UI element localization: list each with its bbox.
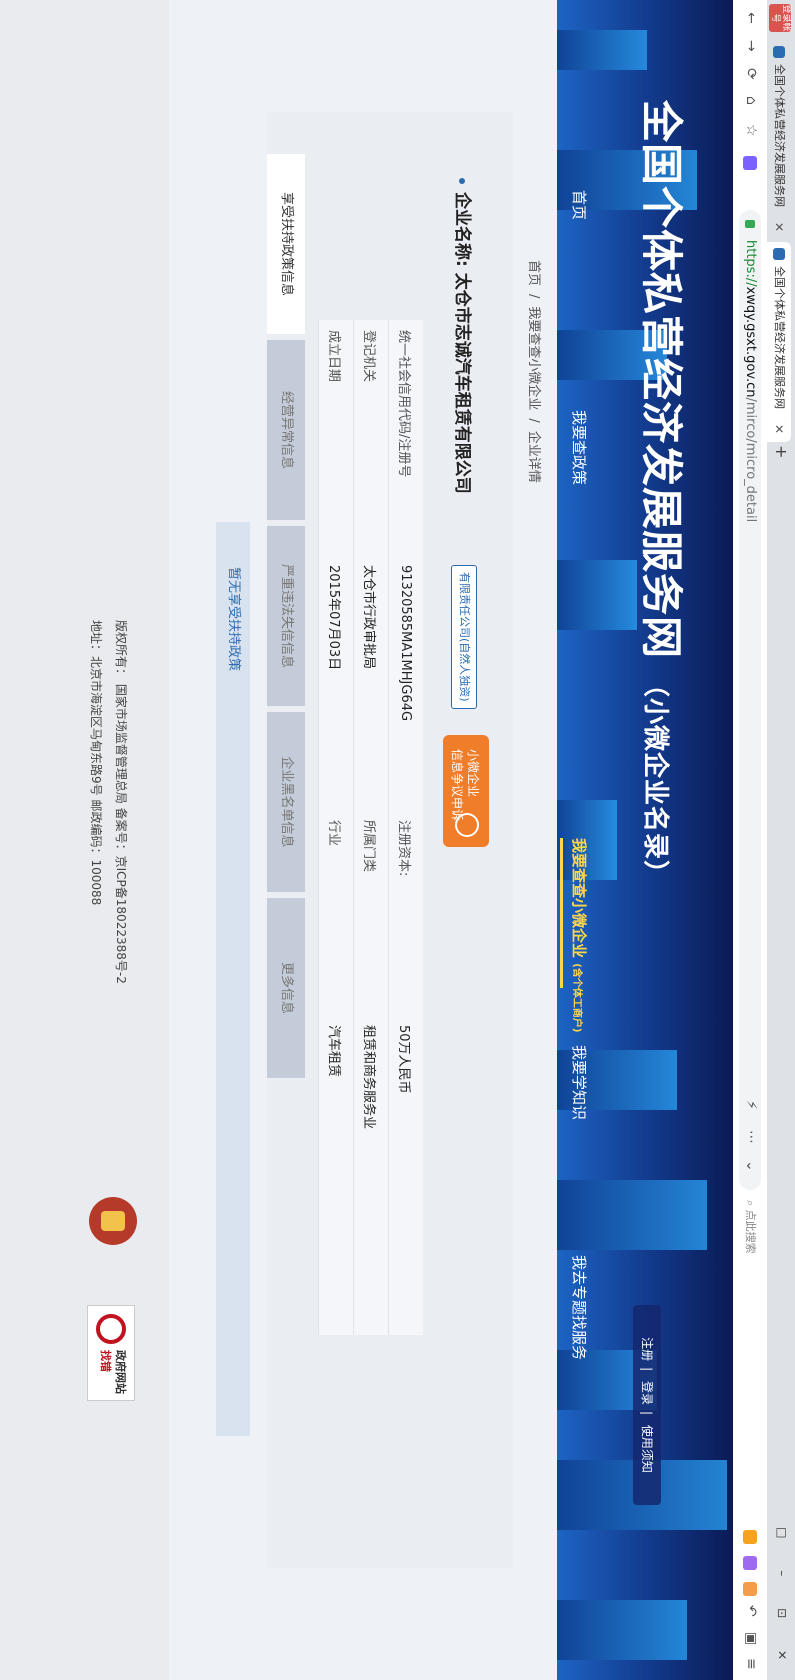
url-field[interactable]: https://xwqy.gsxt.gov.cn/mirco/micro_det… [739,210,761,1190]
account-links: 注册| 登录| 使用须知 [633,1305,661,1505]
breadcrumb-separator: / [526,418,541,423]
user-account-badge[interactable]: 登录帐号 [769,4,791,32]
tab-serious-violation[interactable]: 严重违法失信信息 [267,526,305,706]
register-link[interactable]: 注册 [640,1337,654,1361]
tab-blacklist[interactable]: 企业黑名单信息 [267,712,305,892]
url-protocol: https:// [743,240,758,287]
table-row: 统一社会信用代码/注册号 91320585MA1MHJG64G 注册资本: 50… [388,320,423,1335]
table-row: 登记机关 太仓市行政审批局 所属门类 租赁和商务服务业 [353,320,389,1335]
nav-search-enterprise[interactable]: 我要查查小微企业 (含个体工商户) [569,838,590,1032]
search-icon: ⌕ [744,1200,757,1210]
nav-home[interactable]: 首页 [569,190,590,220]
browser-tab-bar: 登录帐号 全国个体私营经济发展服务网 ✕ 全国个体私营经济发展服务网 ✕ + □… [767,0,795,1680]
breadcrumb-separator: / [526,294,541,299]
company-name: 太仓市志诚汽车租赁有限公司 [452,272,472,494]
url-path: /mirco/micro_detail [743,397,758,523]
tab-support-policy[interactable]: 享受扶持政策信息 [267,154,305,334]
company-name-line: 企业名称: 太仓市志诚汽车租赁有限公司 [452,178,477,494]
category-value: 租赁和商务服务业 [353,1015,389,1335]
table-row: 成立日期 2015年07月03日 行业 汽车租赁 [318,320,354,1335]
site-favicon-icon [773,46,785,58]
lightning-icon[interactable]: ⚡ [743,1100,759,1110]
gov-text-2: 找错 [99,1350,112,1372]
tab-title: 全国个体私营经济发展服务网 [773,266,786,409]
category-label: 所属门类 [353,810,389,1015]
new-tab-button[interactable]: + [772,445,791,458]
registration-authority-value: 太仓市行政审批局 [353,555,389,810]
back-icon[interactable]: ← [743,12,759,24]
copyright-text: 版权所有： 国家市场监督管理总局 备案号：京ICP备18022388号-2 [114,620,128,984]
nav-active-underline [560,838,563,988]
registration-authority-label: 登记机关 [353,320,389,555]
nav-search-enterprise-label: 我要查查小微企业 [570,838,588,959]
company-name-label: 企业名称: [452,192,472,267]
magnifier-icon [96,1314,126,1344]
extension-icon[interactable] [743,1582,757,1596]
tab-abnormal-operation[interactable]: 经营异常信息 [267,340,305,520]
site-favicon-icon [773,248,785,260]
url-host: xwqy.gsxt.gov.cn [743,286,758,398]
credit-code-value: 91320585MA1MHJG64G [388,555,423,810]
established-date-value: 2015年07月03日 [318,555,354,810]
menu-icon[interactable]: ≡ [743,1658,759,1670]
chevron-down-icon[interactable]: ⌄ [743,1160,759,1172]
company-info-table: 统一社会信用代码/注册号 91320585MA1MHJG64G 注册资本: 50… [318,320,423,1335]
address-text: 地址：北京市海淀区马甸东路9号 邮政编码：100088 [89,620,103,906]
address-bar: ← → ⟳ ⌂ ☆ https://xwqy.gsxt.gov.cn/mirco… [732,0,767,1680]
site-title-main: 全国个体私营经济发展服务网 [637,100,683,660]
refresh-icon[interactable]: ⟳ [743,68,759,80]
smile-icon [455,813,479,837]
extension-icon[interactable] [743,1556,757,1570]
site-title-sub: （小微企业名录） [641,671,670,888]
window-controls[interactable]: □ – ⊡ ✕ [775,1527,789,1674]
industry-value: 汽车租赁 [318,1015,354,1335]
industry-label: 行业 [318,810,354,1015]
secure-lock-icon [745,220,755,228]
close-tab-icon[interactable]: ✕ [767,424,791,434]
usage-notice-link[interactable]: 使用须知 [640,1425,654,1473]
nav-policy[interactable]: 我要查政策 [569,410,590,485]
footer [0,0,169,1680]
nav-learn[interactable]: 我要学知识 [569,1045,590,1120]
breadcrumb: 首页 / 我要查查小微企业 / 企业详情 [526,260,545,491]
gov-text-1: 政府网站 [114,1350,127,1394]
bullet-icon [459,178,465,184]
capital-value: 50万人民币 [388,1015,423,1335]
close-tab-icon[interactable]: ✕ [767,222,791,232]
gov-error-report-link[interactable]: 政府网站 找错 [87,1305,135,1401]
police-emblem-icon[interactable] [89,1197,137,1245]
capital-label: 注册资本: [388,810,423,1015]
home-icon[interactable]: ⌂ [743,96,759,105]
tab-title: 全国个体私营经济发展服务网 [773,64,786,207]
dispute-appeal-button[interactable]: 小微企业 信息争议申诉 [443,735,489,847]
browser-tab[interactable]: 全国个体私营经济发展服务网 ✕ [767,40,791,240]
browser-search-box[interactable]: ⌕ 点此搜索 [739,1200,761,1440]
breadcrumb-home[interactable]: 首页 [526,260,541,286]
tab-more-info[interactable]: 更多信息 [267,898,305,1078]
forward-icon[interactable]: → [743,40,759,52]
company-type-badge: 有限责任公司(自然人独资) [451,565,477,709]
briefcase-icon[interactable]: ▣ [743,1632,759,1645]
nav-special-service[interactable]: 我去专题找服务 [569,1255,590,1360]
site-title: 全国个体私营经济发展服务网 （小微企业名录） [634,100,695,887]
more-icon[interactable]: ⋯ [743,1130,759,1144]
login-link[interactable]: 登录 [640,1381,654,1405]
policy-empty-message: 暂无享受扶持政策 [216,522,250,1436]
undo-icon[interactable]: ↶ [743,1605,759,1617]
star-icon[interactable]: ☆ [743,124,759,137]
credit-code-label: 统一社会信用代码/注册号 [388,320,423,555]
search-placeholder: 点此搜索 [744,1209,757,1254]
breadcrumb-current: 企业详情 [526,430,541,483]
extension-icon[interactable] [743,1530,757,1544]
nav-search-enterprise-note: (含个体工商户) [571,963,582,1033]
established-date-label: 成立日期 [318,320,354,555]
ai-extension-icon[interactable] [743,156,757,170]
browser-tab-active[interactable]: 全国个体私营经济发展服务网 ✕ [767,242,791,442]
page: 登录帐号 全国个体私营经济发展服务网 ✕ 全国个体私营经济发展服务网 ✕ + □… [0,0,795,1680]
breadcrumb-search[interactable]: 我要查查小微企业 [526,306,541,410]
